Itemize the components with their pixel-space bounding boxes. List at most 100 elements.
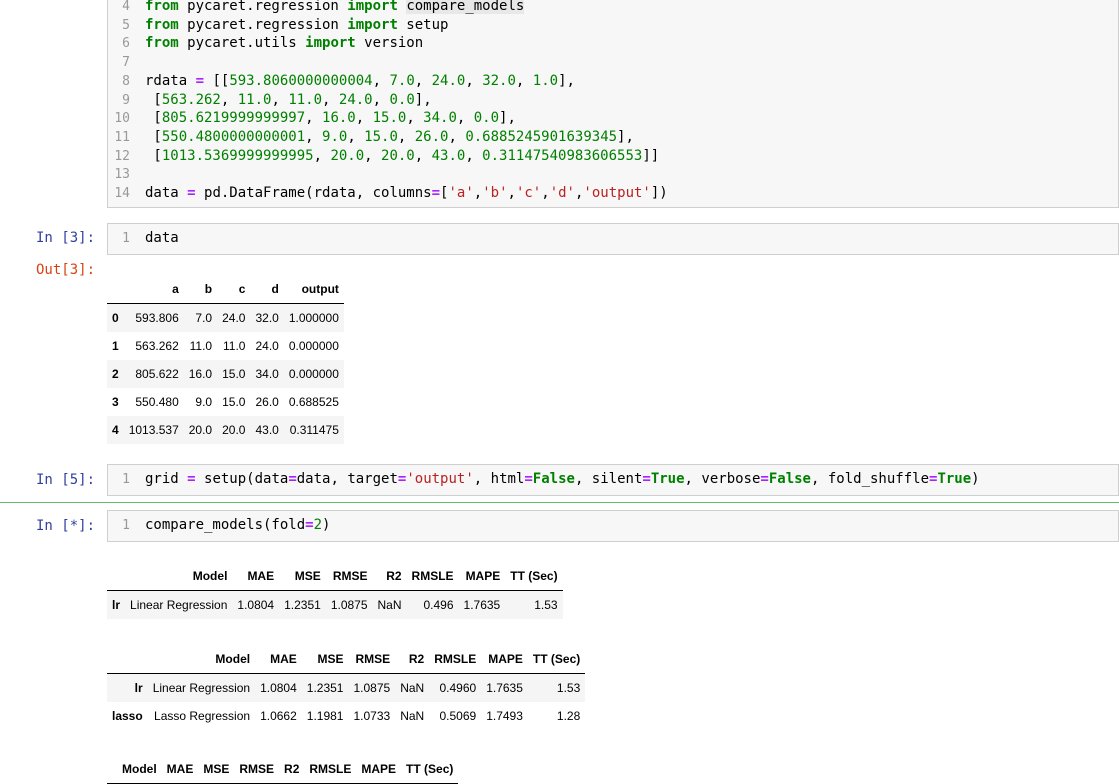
column-header: MSE (279, 562, 326, 591)
column-header: a (123, 275, 184, 304)
code-line: 4 from pycaret.regression import compare_… (108, 0, 1118, 16)
column-header (107, 755, 117, 784)
column-header: R2 (279, 755, 305, 784)
table-cell: 1.0733 (353, 709, 391, 723)
output-prompt-3: Out[3]: (36, 262, 96, 278)
line-number: 1 (122, 231, 130, 246)
line-number: 4 (122, 0, 130, 14)
table-cell: 20.0 (183, 416, 218, 444)
table-cell: NaN (395, 673, 430, 702)
row-index: 1 (112, 339, 119, 353)
code-text: [563.262, 11.0, 11.0, 24.0, 0.0], (145, 91, 432, 108)
table-cell: 0.311475 (283, 416, 344, 444)
table-cell: NaN (372, 590, 407, 619)
column-header: R2 (395, 645, 430, 674)
table-cell: 0.000000 (288, 339, 339, 353)
table-cell: 15.0 (222, 395, 246, 409)
table-cell: 805.622 (123, 360, 184, 388)
table-cell: 16.0 (183, 360, 218, 388)
line-number: 6 (122, 36, 130, 52)
table-cell: 1.0875 (325, 590, 373, 619)
column-header: RMSLE (429, 645, 482, 674)
table-cell: 1.2351 (279, 590, 326, 619)
table-cell: 0.496 (406, 590, 459, 619)
line-number: 1 (122, 518, 130, 533)
column-header: RMSLE (304, 755, 357, 784)
table-cell: 9.0 (195, 395, 213, 409)
table-cell: 32.0 (250, 303, 284, 332)
code-text: [550.4800000000001, 9.0, 15.0, 26.0, 0.6… (145, 128, 634, 145)
table-row: lasso Lasso Regression 1.0662 1.1981 1.0733 N… (107, 702, 585, 730)
table-cell: Linear Regression (147, 673, 256, 702)
code-line: 8 rdata = [[593.8060000000004, 7.0, 24.0,… (108, 72, 1118, 91)
code-input-cell-6[interactable]: 1 compare_models(fold=2) (107, 510, 1119, 542)
table-row: lr Linear Regression 1.0804 1.2351 1.0875 NaN… (107, 673, 586, 702)
column-header (107, 562, 126, 591)
line-number: 13 (114, 167, 130, 183)
line-number: 14 (114, 186, 130, 201)
code-text: from pycaret.regression import compare_m… (145, 0, 525, 14)
table-cell: 20.0 (217, 416, 251, 444)
line-number: 9 (122, 92, 130, 108)
table-cell: 15.0 (217, 360, 251, 388)
code-line: 7 (108, 53, 1118, 72)
column-header: TT (Sec) (401, 755, 459, 784)
code-text: from pycaret.regression import setup (145, 16, 449, 33)
table-cell: 563.262 (135, 339, 179, 353)
column-header: MAPE (356, 755, 402, 784)
column-header: MAE (232, 562, 280, 591)
table-row: 3 550.480 9.0 15.0 26.0 0.688525 (107, 388, 344, 416)
code-text: grid = setup(data=data, target='output',… (145, 471, 980, 487)
code-editor-cell-1[interactable]: 4 from pycaret.regression import compare_… (107, 0, 1119, 208)
table-cell: 1.2351 (301, 673, 349, 702)
code-line: 9 [563.262, 11.0, 11.0, 24.0, 0.0], (108, 91, 1118, 110)
code-text: from pycaret.utils import version (145, 35, 424, 52)
line-number: 7 (122, 55, 130, 71)
dataframe-output-table: a b c d output 0 593.806 7.0 24.0 32.0 1.000000 1 56… (107, 275, 344, 444)
input-prompt-3: In [3]: (36, 230, 96, 246)
code-text: compare_models(fold=2) (145, 517, 331, 533)
column-header: Model (147, 645, 256, 674)
column-header: RMSE (325, 562, 373, 591)
table-cell: 0.5069 (439, 709, 477, 723)
line-number: 8 (122, 73, 130, 89)
table-cell: 1.53 (505, 590, 563, 619)
table-cell: 11.0 (223, 339, 246, 353)
column-header: c (217, 275, 251, 304)
column-header: MAE (161, 755, 199, 784)
code-input-cell-5[interactable]: 1 grid = setup(data=data, target='output… (107, 464, 1119, 496)
column-header: output (283, 275, 344, 304)
line-number: 10 (114, 111, 130, 127)
table-cell: 550.480 (135, 395, 179, 409)
table-cell: 43.0 (250, 416, 284, 444)
compare-models-table-3: Model MAE MSE RMSE R2 RMSLE MAPE TT (Sec) (107, 755, 459, 784)
table-cell: 1.0804 (255, 673, 302, 702)
table-cell: Lasso Regression (154, 709, 251, 723)
column-header: R2 (372, 562, 407, 591)
table-cell: 1.000000 (283, 303, 344, 332)
input-prompt-6: In [*]: (36, 518, 96, 534)
column-header: MSE (198, 755, 235, 784)
code-input-cell-3[interactable]: 1 data (107, 223, 1119, 255)
compare-models-table-2: Model MAE MSE RMSE R2 RMSLE MAPE TT (Sec) lr Line… (107, 645, 586, 730)
column-header: TT (Sec) (527, 645, 586, 674)
table-cell: 1.28 (556, 709, 581, 723)
cell-selection-divider (0, 502, 1119, 503)
column-header: MAE (255, 645, 302, 674)
code-line: 6 from pycaret.utils import version (108, 34, 1118, 53)
table-cell: 1.7635 (481, 673, 528, 702)
table-cell: 7.0 (183, 303, 218, 332)
table-cell: 24.0 (217, 303, 251, 332)
column-header: TT (Sec) (505, 562, 563, 591)
table-cell: 1.7635 (458, 590, 506, 619)
column-header: d (250, 275, 284, 304)
table-row: 4 1013.537 20.0 20.0 43.0 0.311475 (107, 416, 344, 444)
row-index: lr (107, 673, 148, 702)
column-header: RMSE (234, 755, 280, 784)
column-header: RMSE (348, 645, 396, 674)
table-cell: 0.688525 (288, 395, 339, 409)
table-cell: 593.806 (123, 303, 184, 332)
table-cell: 1.0804 (232, 590, 280, 619)
code-text: rdata = [[593.8060000000004, 7.0, 24.0, … (145, 72, 575, 89)
column-header: Model (117, 755, 162, 784)
